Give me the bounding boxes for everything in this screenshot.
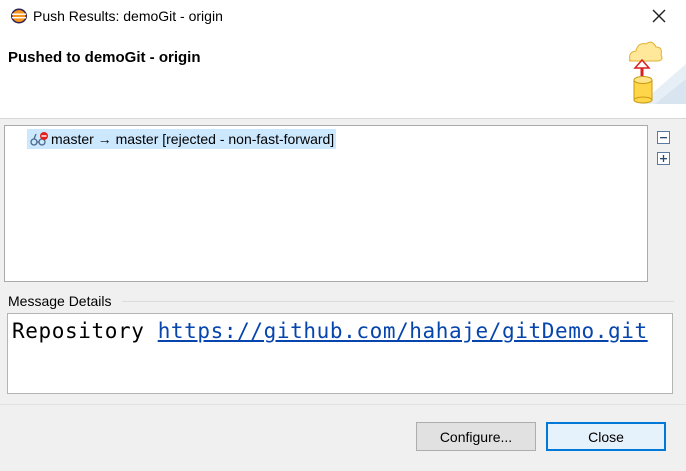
close-button[interactable]: Close xyxy=(546,422,666,451)
message-details-label: Message Details xyxy=(8,293,112,309)
button-bar-divider xyxy=(0,404,686,405)
rejected-ref-icon xyxy=(30,132,48,146)
message-divider xyxy=(122,301,674,302)
eclipse-icon xyxy=(11,8,27,24)
tree-row-master[interactable]: master → master [rejected - non-fast-for… xyxy=(27,129,337,149)
tree-row-label: master → master [rejected - non-fast-for… xyxy=(51,131,335,147)
close-icon[interactable] xyxy=(650,7,668,25)
dialog-header: Pushed to demoGit - origin xyxy=(0,32,686,119)
collapse-all-icon[interactable] xyxy=(657,131,670,144)
repository-link[interactable]: https://github.com/hahaje/gitDemo.git xyxy=(158,319,648,343)
title-bar: Push Results: demoGit - origin xyxy=(0,0,686,32)
message-prefix: Repository xyxy=(12,319,145,343)
configure-button[interactable]: Configure... xyxy=(416,422,536,451)
message-details-box[interactable]: Repository https://github.com/hahaje/git… xyxy=(7,313,673,394)
push-to-cloud-icon xyxy=(628,41,686,104)
window-title: Push Results: demoGit - origin xyxy=(33,8,223,24)
push-results-tree[interactable]: master → master [rejected - non-fast-for… xyxy=(4,125,648,282)
expand-all-icon[interactable] xyxy=(657,152,670,165)
page-title: Pushed to demoGit - origin xyxy=(8,49,201,66)
